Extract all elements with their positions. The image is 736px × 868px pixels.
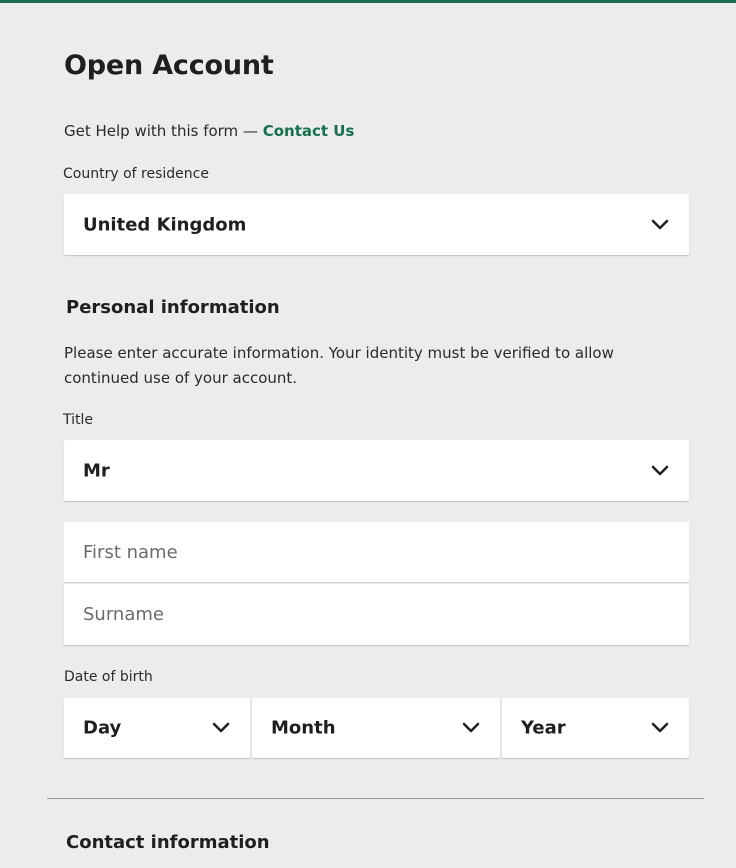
chevron-down-icon xyxy=(462,722,480,733)
help-line: Get Help with this form — Contact Us xyxy=(64,122,354,140)
personal-info-description: Please enter accurate information. Your … xyxy=(64,344,614,387)
help-text: Get Help with this form — xyxy=(64,122,263,140)
chevron-down-icon xyxy=(212,722,230,733)
dob-month-select[interactable]: Month xyxy=(252,698,500,758)
country-select[interactable]: United Kingdom xyxy=(64,194,689,255)
dob-month-value: Month xyxy=(271,717,336,739)
title-label: Title xyxy=(63,412,94,428)
first-name-field-wrapper xyxy=(64,522,689,583)
chevron-down-icon xyxy=(651,219,669,229)
contact-us-link[interactable]: Contact Us xyxy=(263,122,355,140)
dob-day-value: Day xyxy=(83,717,122,739)
country-value: United Kingdom xyxy=(83,214,247,235)
top-accent-bar xyxy=(0,0,736,3)
surname-input[interactable] xyxy=(64,584,689,645)
section-divider xyxy=(47,798,704,799)
title-select[interactable]: Mr xyxy=(64,440,689,501)
title-value: Mr xyxy=(83,460,110,481)
country-label: Country of residence xyxy=(63,166,209,182)
dob-label: Date of birth xyxy=(64,669,153,685)
chevron-down-icon xyxy=(651,722,669,733)
contact-info-heading: Contact information xyxy=(66,832,270,853)
surname-field-wrapper xyxy=(64,584,689,645)
dob-day-select[interactable]: Day xyxy=(64,698,250,758)
dob-year-value: Year xyxy=(521,717,566,739)
page-title: Open Account xyxy=(64,50,274,81)
personal-info-heading: Personal information xyxy=(66,297,280,318)
first-name-input[interactable] xyxy=(64,522,689,582)
chevron-down-icon xyxy=(651,465,669,475)
dob-year-select[interactable]: Year xyxy=(502,698,689,758)
